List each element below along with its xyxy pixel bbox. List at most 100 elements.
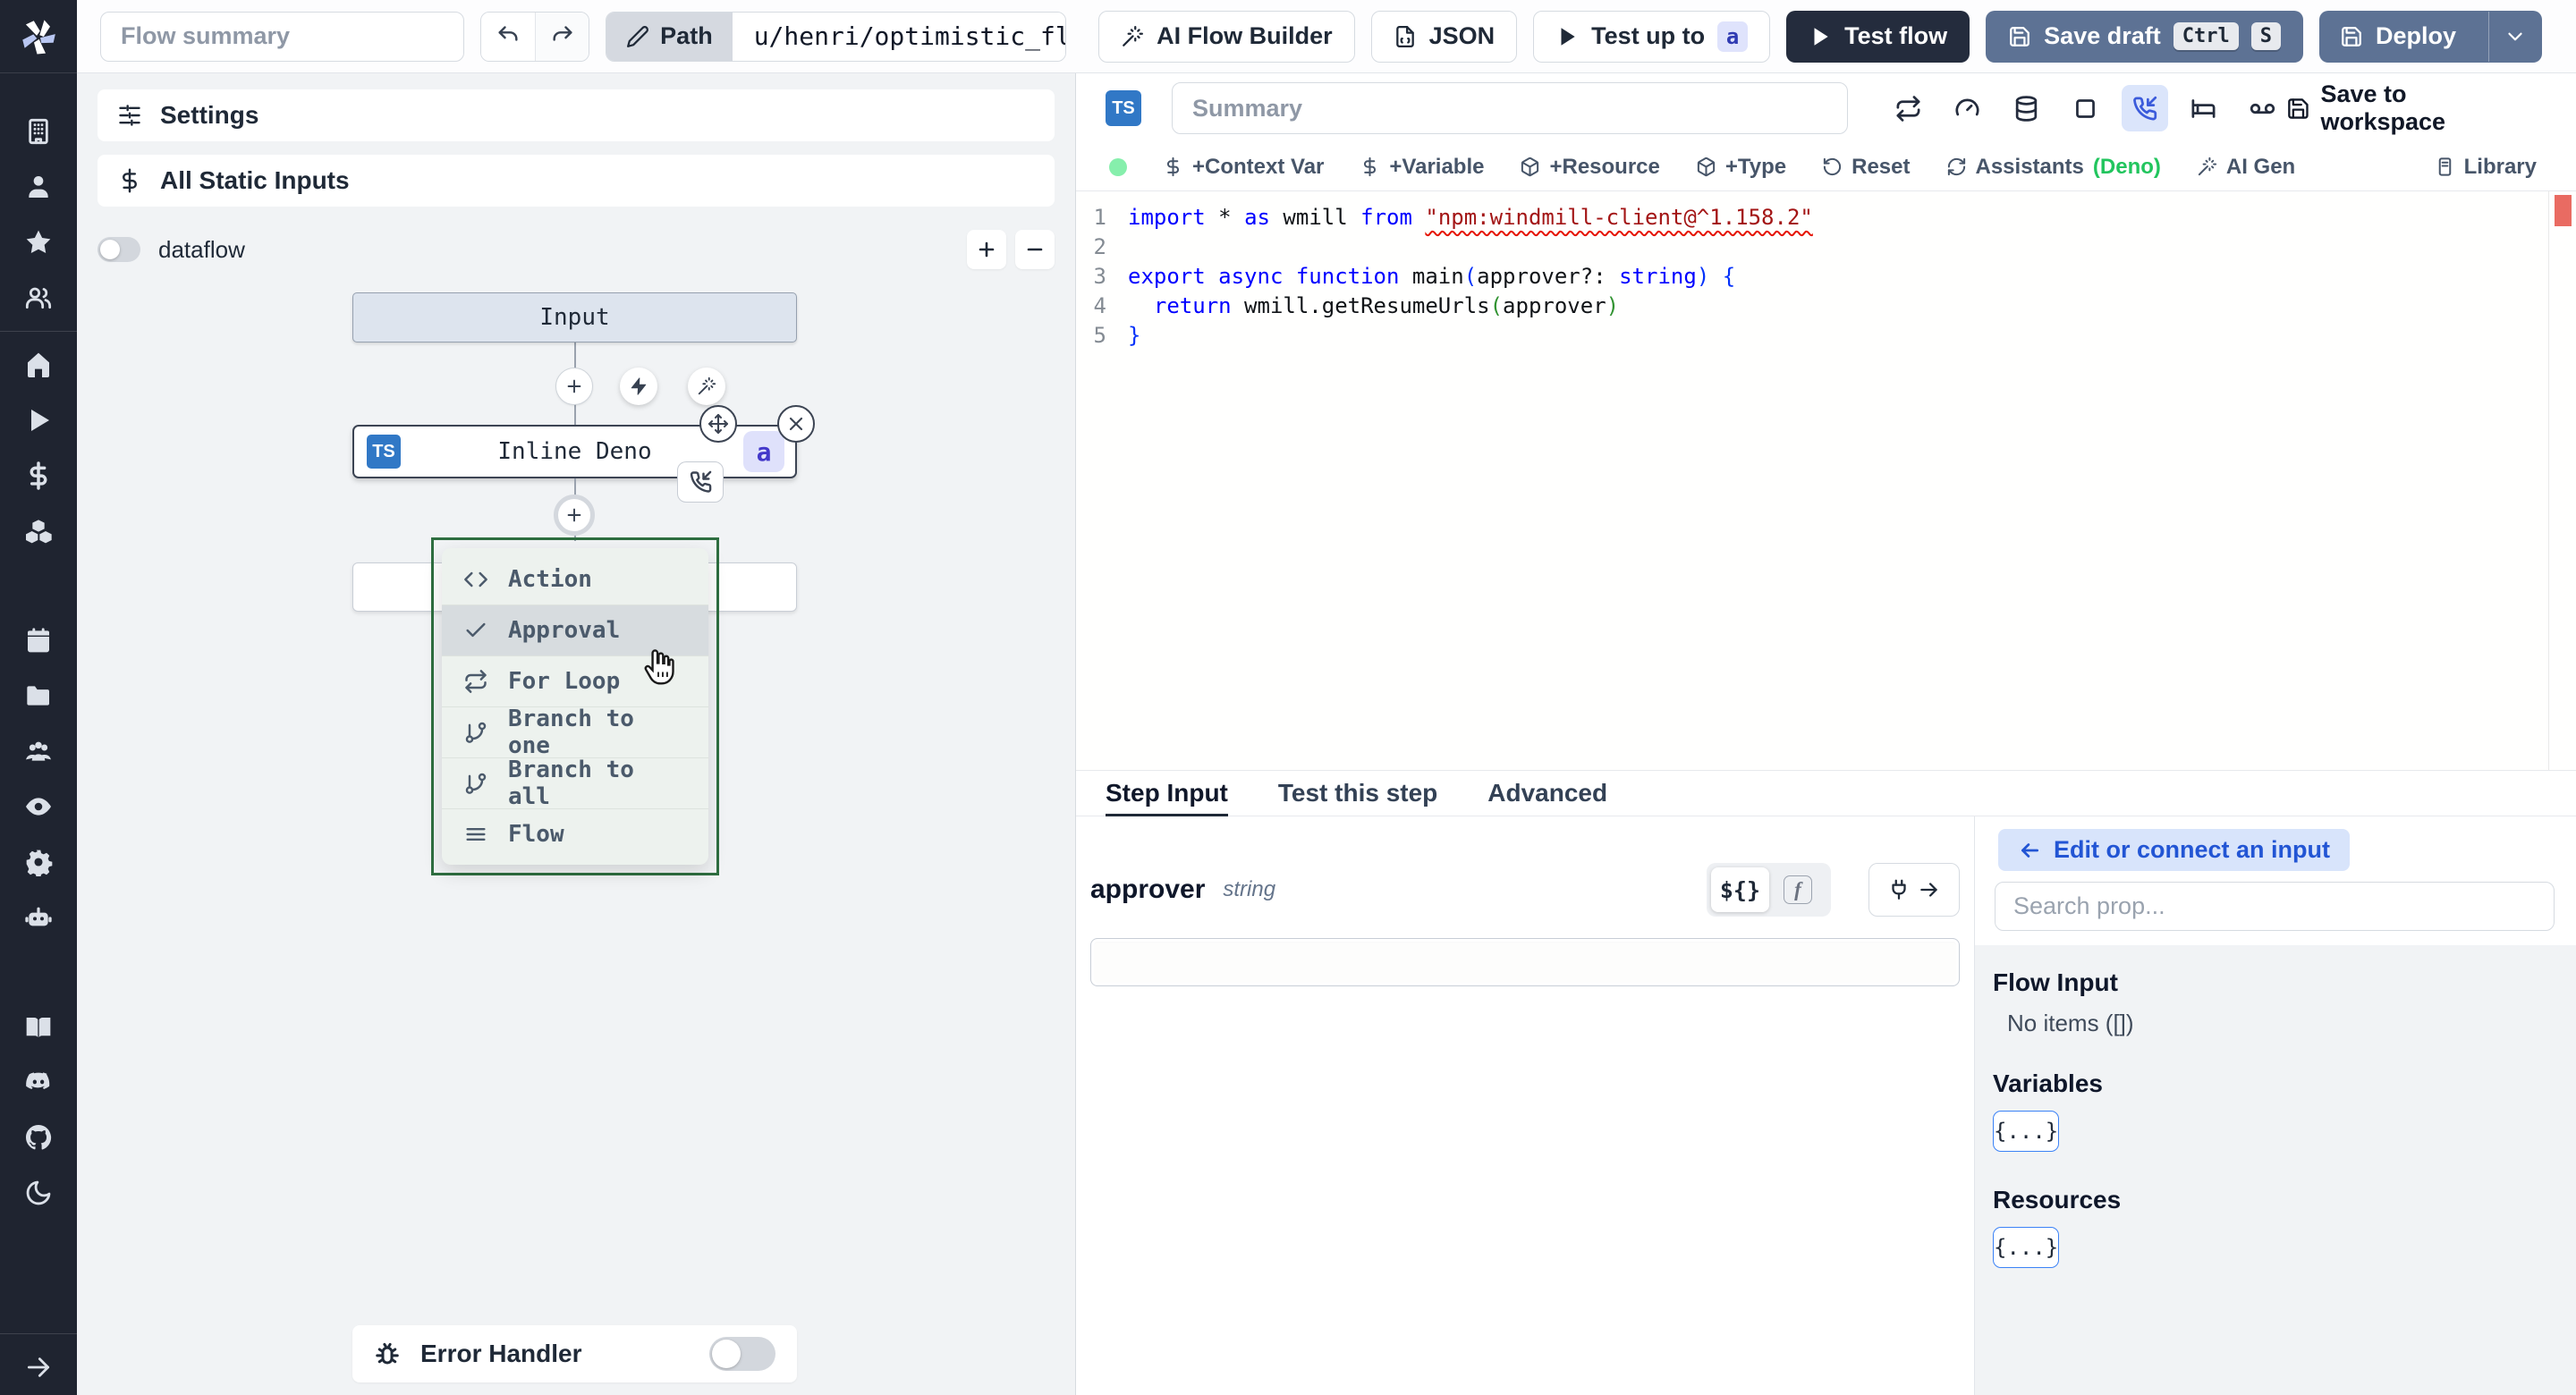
error-handler-card[interactable]: Error Handler — [352, 1325, 797, 1382]
step-settings-icons — [1885, 85, 2286, 131]
dark-mode-moon-icon[interactable] — [0, 1165, 77, 1221]
workspace-building-icon[interactable] — [0, 104, 77, 159]
menu-item-label: Approval — [508, 617, 621, 644]
redo-button[interactable] — [535, 12, 589, 61]
robot-icon[interactable] — [0, 890, 77, 945]
ai-gen-label: AI Gen — [2225, 154, 2296, 179]
retry-icon[interactable] — [1885, 85, 1932, 131]
flow-graph-panel: Settings All Static Inputs dataflow Inpu… — [77, 73, 1076, 1395]
wand-icon — [1123, 25, 1144, 46]
menu-item-action[interactable]: Action — [442, 554, 708, 604]
workers-group-icon[interactable] — [0, 723, 77, 779]
flow-summary-input[interactable] — [100, 11, 464, 62]
early-stop-square-icon[interactable] — [2063, 85, 2109, 131]
discord-icon[interactable] — [0, 1054, 77, 1110]
ai-flow-builder-button[interactable]: AI Flow Builder — [1098, 10, 1355, 63]
collapse-arrow-icon[interactable] — [0, 1340, 77, 1395]
file-json-icon — [1395, 25, 1414, 47]
tab-advanced[interactable]: Advanced — [1487, 771, 1607, 816]
reset-button[interactable]: Reset — [1822, 155, 1911, 180]
add-context-var-label: +Context Var — [1192, 154, 1325, 179]
ai-wand-button[interactable] — [688, 368, 725, 405]
tab-test-this-step[interactable]: Test this step — [1278, 771, 1437, 816]
menu-item-flow[interactable]: Flow — [442, 808, 708, 859]
mock-voicemail-icon[interactable] — [2240, 85, 2286, 131]
input-node-label: Input — [539, 304, 610, 331]
template-mode-button[interactable]: ${} — [1710, 867, 1769, 912]
variables-dollar-icon[interactable] — [0, 448, 77, 503]
step-id-badge: a — [1717, 21, 1749, 52]
favorites-star-icon[interactable] — [0, 215, 77, 270]
ai-gen-button[interactable]: AI Gen — [2197, 155, 2295, 180]
library-button[interactable]: Library — [2435, 155, 2537, 180]
error-handler-toggle[interactable] — [709, 1337, 775, 1371]
suspend-phone-icon[interactable] — [2121, 85, 2168, 131]
add-type-button[interactable]: +Type — [1696, 155, 1786, 180]
move-node-button[interactable] — [699, 405, 737, 443]
schedules-calendar-icon[interactable] — [0, 613, 77, 668]
edit-or-connect-button[interactable]: Edit or connect an input — [1998, 829, 2350, 871]
javascript-mode-button[interactable]: f — [1769, 867, 1826, 912]
variables-heading: Variables — [1993, 1070, 2103, 1097]
check-icon — [466, 622, 486, 638]
variables-object-chip[interactable]: {...} — [1993, 1111, 2060, 1152]
rotate-ccw-icon — [1823, 157, 1842, 176]
resources-object-chip[interactable]: {...} — [1993, 1227, 2060, 1268]
tab-step-input[interactable]: Step Input — [1106, 771, 1228, 816]
save-to-workspace-button[interactable]: Save to workspace — [2286, 80, 2537, 136]
runs-play-icon[interactable] — [0, 393, 77, 448]
sleep-bed-icon[interactable] — [2181, 85, 2227, 131]
connect-input-plug-button[interactable] — [1868, 863, 1960, 917]
docs-book-icon[interactable] — [0, 999, 77, 1054]
suspend-phone-icon[interactable] — [677, 461, 724, 503]
add-resource-button[interactable]: +Resource — [1520, 155, 1660, 180]
summary-input[interactable] — [1172, 82, 1848, 134]
user-icon[interactable] — [0, 159, 77, 215]
cache-database-icon[interactable] — [2004, 85, 2050, 131]
audit-eye-icon[interactable] — [0, 779, 77, 834]
save-draft-button[interactable]: Save draft Ctrl S — [1986, 10, 2303, 63]
trigger-zap-button[interactable] — [620, 368, 657, 405]
deploy-dropdown-button[interactable] — [2488, 11, 2541, 62]
approver-value-input[interactable] — [1090, 938, 1960, 986]
folders-icon[interactable] — [0, 668, 77, 723]
menu-item-branch-to-all[interactable]: Branch to all — [442, 757, 708, 810]
search-prop-input[interactable] — [1995, 882, 2555, 931]
assistants-button[interactable]: Assistants (Deno) — [1946, 155, 2161, 180]
groups-icon[interactable] — [0, 270, 77, 326]
add-variable-button[interactable]: +Variable — [1360, 155, 1484, 180]
input-node[interactable]: Input — [352, 292, 797, 342]
play-icon — [1814, 27, 1828, 46]
test-up-to-label: Test up to — [1591, 22, 1706, 49]
menu-item-for-loop[interactable]: For Loop — [442, 655, 708, 706]
settings-gear-icon[interactable] — [0, 834, 77, 890]
play-icon — [1561, 27, 1575, 46]
chevron-down-icon — [2508, 32, 2522, 40]
refresh-icon — [1947, 157, 1965, 176]
add-context-var-button[interactable]: +Context Var — [1163, 155, 1324, 180]
resources-cubes-icon[interactable] — [0, 503, 77, 559]
code-editor[interactable]: 1 import * as wmill from "npm:windmill-cl… — [1076, 191, 2576, 770]
concurrency-gauge-icon[interactable] — [1945, 85, 1991, 131]
json-button[interactable]: JSON — [1370, 10, 1518, 63]
delete-node-button[interactable] — [777, 405, 815, 443]
add-step-button[interactable] — [554, 495, 595, 536]
save-to-workspace-label: Save to workspace — [2320, 80, 2446, 135]
menu-item-approval[interactable]: Approval — [442, 604, 708, 655]
code-lines: 1 import * as wmill from "npm:windmill-cl… — [1093, 204, 1813, 348]
menu-item-branch-to-one[interactable]: Branch to one — [442, 706, 708, 759]
deploy-button[interactable]: Deploy — [2320, 12, 2476, 62]
insert-step-button[interactable] — [555, 368, 593, 405]
test-up-to-button[interactable]: Test up to a — [1533, 10, 1771, 63]
flow-graph: Input TS Inline Deno a Action Approval F… — [77, 73, 1075, 1395]
path-label: Path — [660, 22, 713, 49]
path-group: Path — [606, 11, 1067, 62]
path-button[interactable]: Path — [606, 12, 733, 61]
pencil-icon — [627, 25, 649, 47]
github-icon[interactable] — [0, 1110, 77, 1165]
home-icon[interactable] — [0, 337, 77, 393]
windmill-logo[interactable] — [0, 0, 77, 73]
undo-button[interactable] — [481, 12, 536, 61]
test-flow-button[interactable]: Test flow — [1786, 10, 1970, 63]
path-input[interactable] — [732, 12, 1066, 61]
